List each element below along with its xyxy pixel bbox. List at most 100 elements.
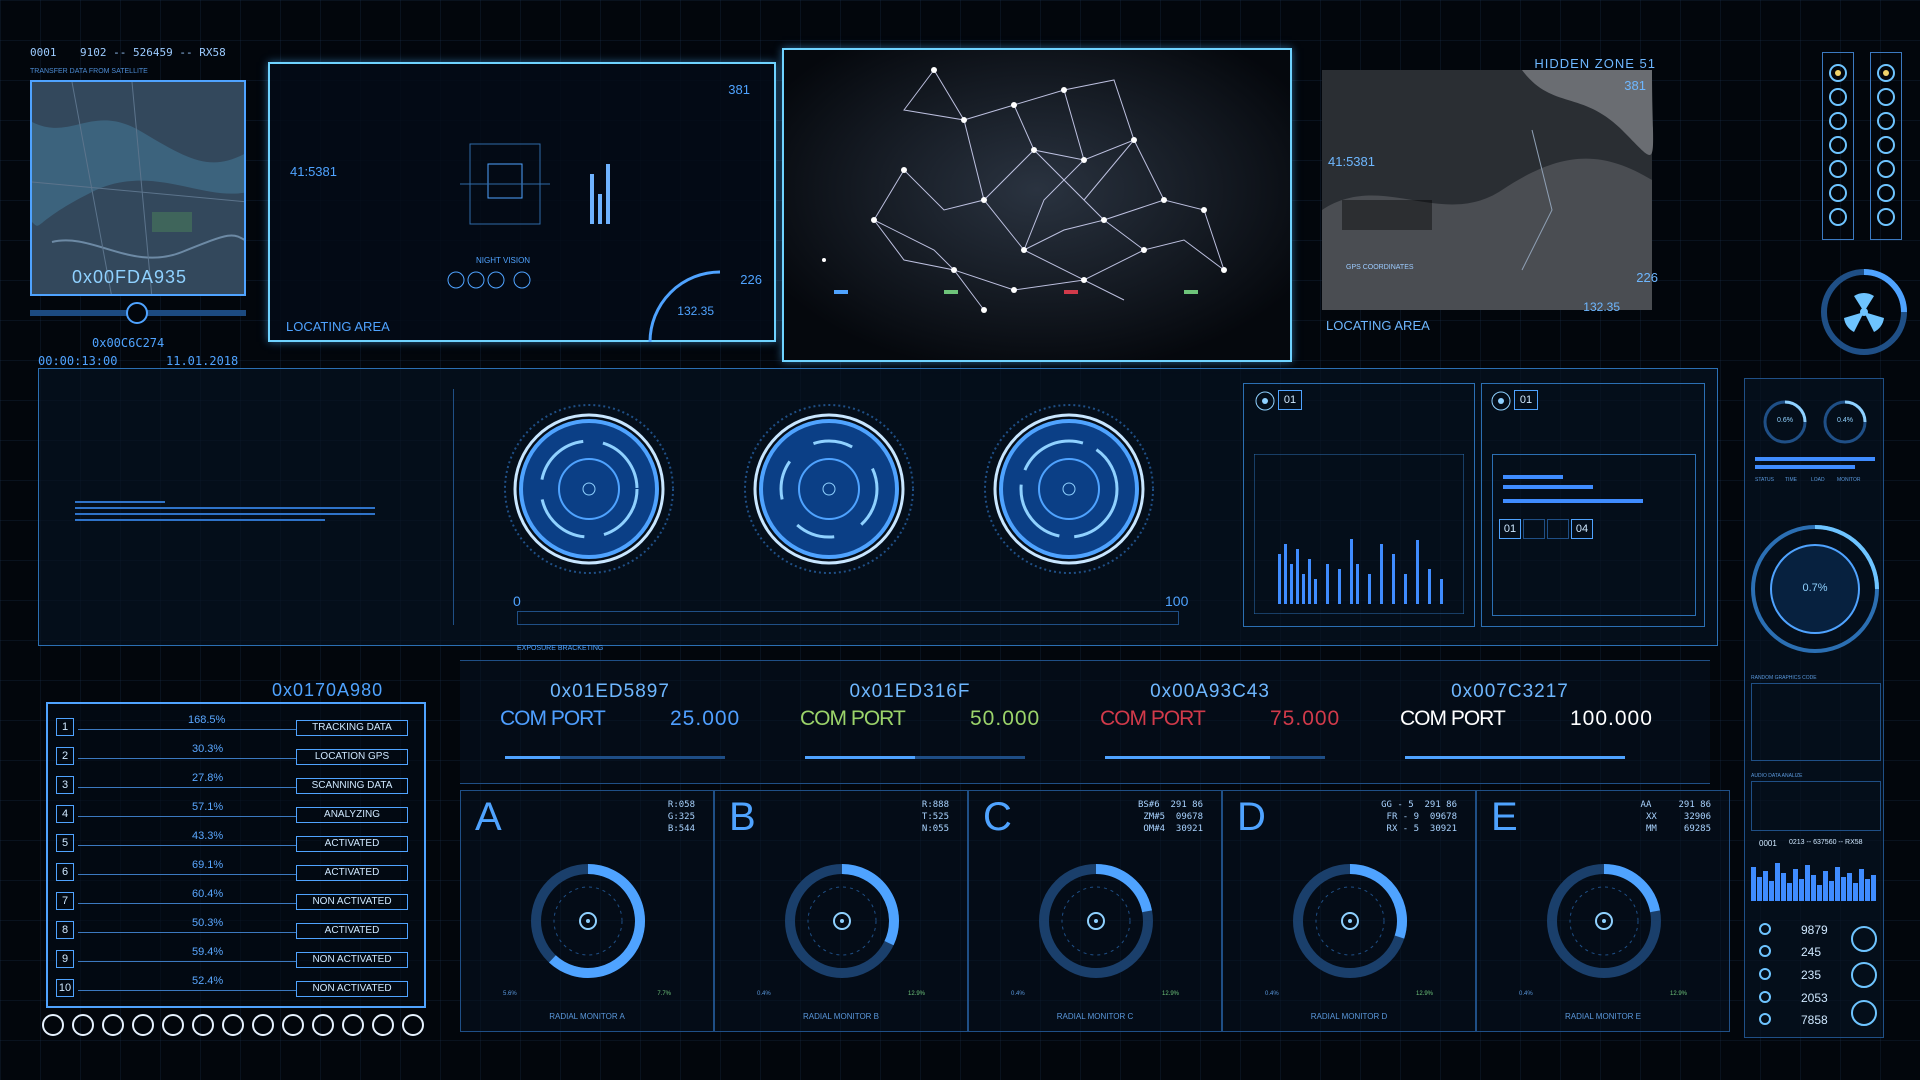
table-row[interactable]: 5 43.3% ACTIVATED [56,830,416,856]
port-bar-fill [1405,756,1625,759]
scan-text-lines [75,501,375,521]
control-strip-2[interactable] [1870,52,1902,240]
core-value: 0.7% [1802,582,1828,594]
radial-monitor-c[interactable]: C BS#6 291 86 ZM#5 09678 OM#4 30921 0.4%… [968,790,1222,1032]
port-label: COM PORT [1400,707,1506,730]
twin-gauges [1763,400,1867,444]
status-tag: ANALYZING [296,807,408,823]
monitor-stats: R:058 G:325 B:544 [667,800,695,834]
port-bar-fill [805,756,915,759]
table-row[interactable]: 4 57.1% ANALYZING [56,801,416,827]
audio-box [1751,781,1881,831]
header-coords: 9102 -- 526459 -- RX58 [80,46,226,59]
side-round-buttons[interactable] [1849,925,1879,1029]
map-scroll-handle[interactable] [126,302,148,324]
monitor-lo: 5.6% [503,991,517,997]
right-stat-5: 7858 [1801,1013,1828,1027]
table-row[interactable]: 2 30.3% LOCATION GPS [56,743,416,769]
port-bar [805,756,1025,759]
monitor-stats: AA 291 86 XX 32906 MM 69285 [1640,800,1711,834]
dial-3 [984,404,1154,574]
network-panel[interactable] [782,48,1292,362]
port-hex: 0x00A93C43 [1150,681,1270,702]
selector-03[interactable] [1547,519,1569,539]
monitor-letter: A [475,795,502,839]
tab-01[interactable]: 01 [1278,390,1302,410]
gauge-center [1602,919,1606,923]
table-row[interactable]: 9 59.4% NON ACTIVATED [56,946,416,972]
port-value: 100.000 [1570,707,1653,730]
sub-monitor-1[interactable]: 01 [1243,383,1475,627]
table-header-hex: 0x0170A980 [272,680,384,700]
radial-monitor-b[interactable]: B R:888 T:525 N:055 0.4% 12.9% RADIAL MO… [714,790,968,1032]
status-tag: ACTIVATED [296,865,408,881]
com-port-2[interactable]: 0x01ED316F COM PORT 50.000 [760,661,1060,771]
status-table[interactable]: 1 168.5% TRACKING DATA 2 30.3% LOCATION GPS … [46,702,426,1008]
status-tag: NON ACTIVATED [296,981,408,997]
radial-monitor-d[interactable]: D GG - 5 291 86 FR - 9 09678 RX - 5 3092… [1222,790,1476,1032]
gauge1-value: 0.6% [1777,417,1793,424]
locating-right-num-top: 381 [1624,78,1646,93]
header-code: 0001 [30,46,57,59]
port-bar-fill [505,756,560,759]
reel-icons-row [42,1014,424,1036]
dial-1 [504,404,674,574]
monitor-label: RADIAL MONITOR B [802,1012,879,1021]
table-row[interactable]: 3 27.8% SCANNING DATA [56,772,416,798]
radial-monitors: A R:058 G:325 B:544 5.6% 7.7% RADIAL MON… [460,790,1730,1034]
selector-bars [1503,475,1643,503]
com-port-1[interactable]: 0x01ED5897 COM PORT 25.000 [460,661,760,771]
right-stat-2: 245 [1801,945,1822,959]
selector-box: 01 04 [1492,454,1696,616]
gps-label: GPS COORDINATES [1346,264,1414,271]
status-tag: NON ACTIVATED [296,894,408,910]
port-bar [1105,756,1325,759]
monitor-letter: C [983,795,1012,839]
table-row[interactable]: 6 69.1% ACTIVATED [56,859,416,885]
exposure-label: EXPOSURE BRACKETING [517,645,604,652]
selector-02[interactable] [1523,519,1545,539]
sub-monitor-2[interactable]: 01 01 04 [1481,383,1705,627]
radial-monitor-e[interactable]: E AA 291 86 XX 32906 MM 69285 0.4% 12.9%… [1476,790,1730,1032]
tab-01-b[interactable]: 01 [1514,390,1538,410]
selector-01[interactable]: 01 [1499,519,1521,539]
strip-2-buttons [1877,64,1895,226]
control-strip-1[interactable] [1822,52,1854,240]
monitor-lo: 0.4% [1011,991,1025,997]
transfer-label: TRANSFER DATA FROM SATELLITE [30,68,148,75]
table-row[interactable]: 7 60.4% NON ACTIVATED [56,888,416,914]
monitor-letter: D [1237,795,1266,839]
label-status: STATUS [1755,477,1774,483]
map-scroll-bar[interactable] [30,302,246,324]
dial-2 [744,404,914,574]
scan-panel[interactable]: 0 100 EXPOSURE BRACKETING 01 01 01 04 [38,368,1718,652]
scan-text-area [53,389,454,625]
table-row[interactable]: 8 50.3% ACTIVATED [56,917,416,943]
table-row[interactable]: 1 168.5% TRACKING DATA [56,714,416,740]
com-port-4[interactable]: 0x007C3217 COM PORT 100.000 [1360,661,1660,771]
com-port-3[interactable]: 0x00A93C43 COM PORT 75.000 [1060,661,1360,771]
monitor-stats: BS#6 291 86 ZM#5 09678 OM#4 30921 [1137,800,1203,834]
monitor-label: RADIAL MONITOR C [1056,1012,1134,1021]
monitor-label: RADIAL MONITOR D [1310,1012,1388,1021]
port-label: COM PORT [800,707,906,730]
radial-gauge [1039,864,1153,978]
random-code-label: RANDOM GRAPHICS CODE [1751,675,1817,681]
radial-gauge [531,864,645,978]
satellite-map[interactable]: 0x00FDA935 [30,80,246,296]
radial-monitor-a[interactable]: A R:058 G:325 B:544 5.6% 7.7% RADIAL MON… [460,790,714,1032]
hidden-zone-title: HIDDEN ZONE 51 [1534,56,1656,71]
monitor-hi: 12.9% [1415,991,1433,997]
port-label: COM PORT [500,707,606,730]
label-load: LOAD [1811,477,1825,483]
radial-gauge [1293,864,1407,978]
locating-panel-left[interactable]: 41:5381 381 226 132.35 LOCATING AREA NIG… [268,62,776,342]
selector-04[interactable]: 04 [1571,519,1593,539]
gauge2-value: 0.4% [1837,417,1853,424]
locating-left-graphic [447,143,721,342]
scale-slider[interactable] [517,611,1179,625]
table-row[interactable]: 10 52.4% NON ACTIVATED [56,975,416,1001]
locating-panel-right[interactable]: HIDDEN ZONE 51 41:5381 381 226 132.35 GP… [1322,48,1664,338]
port-value: 75.000 [1270,707,1341,730]
monitor-stats: GG - 5 291 86 FR - 9 09678 RX - 5 30921 [1381,800,1457,834]
